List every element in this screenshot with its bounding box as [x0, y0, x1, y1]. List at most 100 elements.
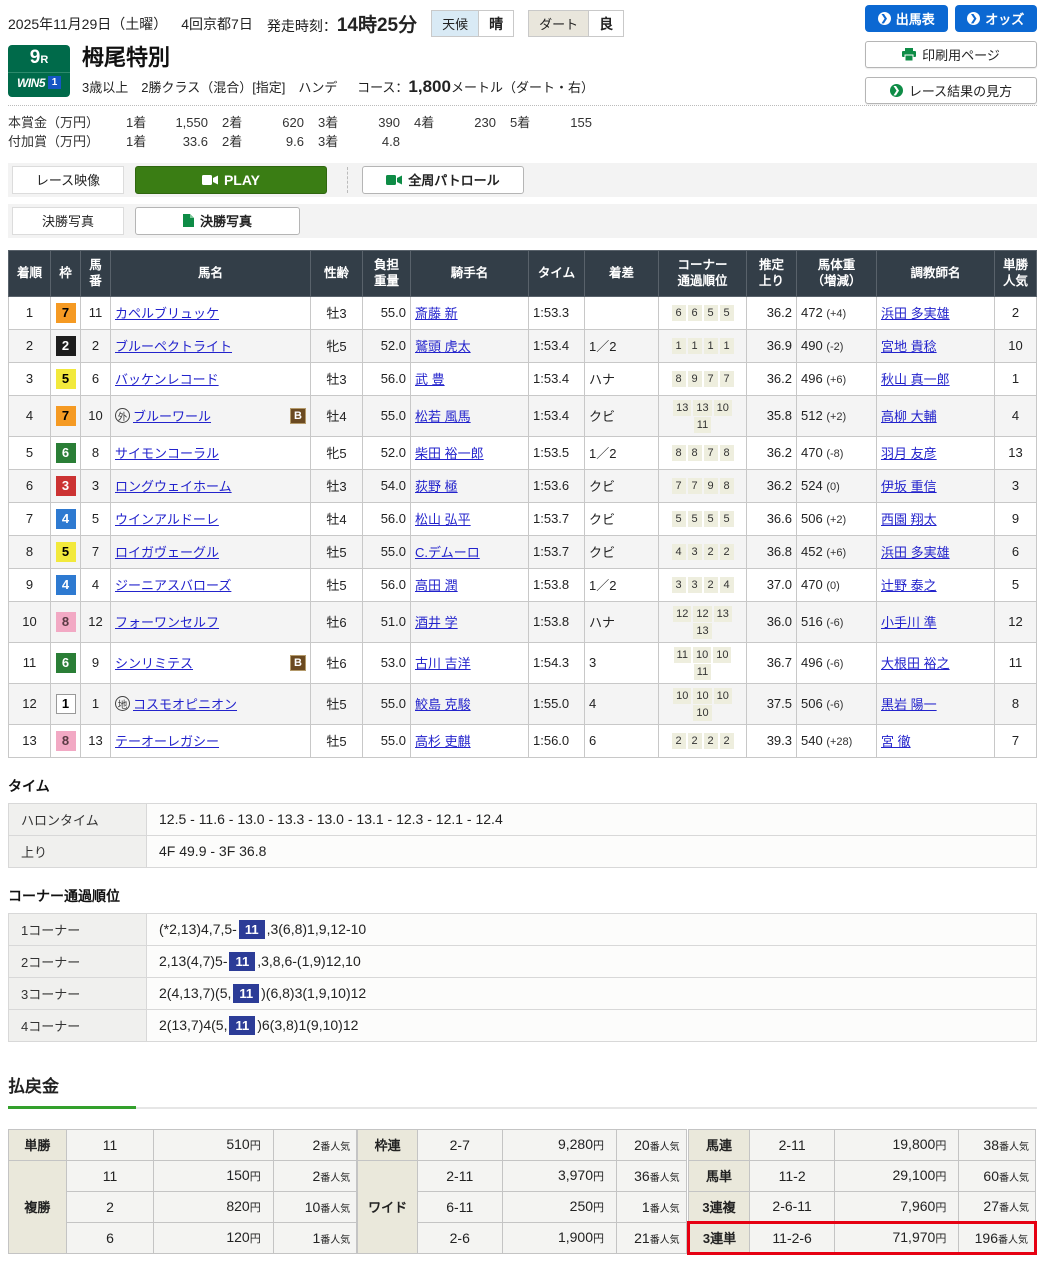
- trainer-link[interactable]: 西園 翔太: [881, 512, 937, 527]
- win-popularity: 10: [994, 328, 1037, 363]
- jockey-link[interactable]: 斎藤 新: [415, 306, 458, 321]
- jockey-link[interactable]: 荻野 極: [415, 479, 458, 494]
- horse-name-link[interactable]: テーオーレガシー: [115, 731, 219, 750]
- trainer-link[interactable]: 浜田 多実雄: [881, 306, 950, 321]
- horse-name-link[interactable]: シンリミテス: [115, 653, 193, 672]
- trainer-link[interactable]: 伊坂 重信: [881, 479, 937, 494]
- yen-suffix: 円: [249, 1233, 261, 1246]
- jockey-link[interactable]: 鮫島 克駿: [415, 697, 471, 712]
- trainer-cell: 西園 翔太: [876, 501, 995, 536]
- trainer-link[interactable]: 小手川 準: [881, 615, 937, 630]
- trainer-link[interactable]: 羽月 友彦: [881, 446, 937, 461]
- column-header: 着差: [584, 249, 659, 297]
- photo-file-icon: [182, 214, 194, 228]
- prize-value: 390: [378, 115, 400, 131]
- prize-value: 9.6: [285, 134, 304, 150]
- entries-button[interactable]: ❯ 出馬表: [865, 5, 948, 32]
- jockey-link[interactable]: 高杉 吏麒: [415, 734, 471, 749]
- trainer-cell: 小手川 準: [876, 600, 995, 643]
- horse-origin-mark: 外: [115, 408, 130, 424]
- finish-time: 1:53.8: [528, 567, 585, 602]
- yen-suffix: 円: [249, 1202, 261, 1215]
- horse-name-link[interactable]: ロングウェイホーム: [115, 476, 232, 495]
- margin: 1／2: [584, 328, 659, 363]
- horse-name-link[interactable]: ウインアルドーレ: [115, 509, 219, 528]
- jockey-link[interactable]: 酒井 学: [415, 615, 458, 630]
- bracket-cell: 8: [50, 600, 81, 643]
- body-weight: 472 (+4): [796, 295, 877, 330]
- finish-time: 1:53.4: [528, 361, 585, 396]
- corner-position-value: 5: [703, 511, 718, 528]
- payout-popularity: 2番人気: [272, 1128, 358, 1161]
- horse-name-link[interactable]: ブルーペクトライト: [115, 336, 232, 355]
- horse-name-link[interactable]: コスモオピニオン: [133, 694, 237, 713]
- trainer-link[interactable]: 秋山 真一郎: [881, 372, 950, 387]
- results-header-row: 着順枠馬 番馬名 性齢 負担 重量 騎手名 タイム 着差 コーナー 通過順位 推定 上り 馬体重…: [8, 249, 1037, 297]
- jockey-link[interactable]: 武 豊: [415, 372, 445, 387]
- jockey-link[interactable]: 松若 風馬: [415, 409, 471, 424]
- trainer-link[interactable]: 高柳 大輔: [881, 409, 937, 424]
- race-date: 2025年11月29日（土曜）: [8, 15, 168, 32]
- horse-name-link[interactable]: バッケンレコード: [115, 369, 219, 388]
- horse-name-link[interactable]: カペルブリュッケ: [115, 303, 219, 322]
- trainer-link[interactable]: 辻野 泰之: [881, 578, 937, 593]
- bracket-number: 5: [55, 368, 76, 389]
- payout-combination: 11: [65, 1159, 155, 1192]
- horse-number: 9: [80, 641, 111, 684]
- carried-weight: 55.0: [362, 295, 411, 330]
- trainer-link[interactable]: 黒岩 陽一: [881, 697, 937, 712]
- last-3f-time: 36.2: [746, 468, 797, 503]
- win-popularity: 13: [994, 435, 1037, 470]
- trainer-link[interactable]: 浜田 多実雄: [881, 545, 950, 560]
- trainer-link[interactable]: 大根田 裕之: [881, 656, 950, 671]
- jockey-link[interactable]: C.デムーロ: [415, 545, 480, 560]
- result-row: 6 3 3 ロングウェイホーム 牡3 54.0 荻野 極 1:53.6 クビ 7 7 9 8 36.2 52…: [8, 468, 1037, 503]
- print-page-button[interactable]: 印刷用ページ: [865, 41, 1037, 68]
- horse-name-link[interactable]: ブルーワール: [133, 406, 211, 425]
- margin: 4: [584, 682, 659, 725]
- finish-photo-tab[interactable]: 決勝写真: [12, 206, 124, 235]
- time-table: ハロンタイム 12.5 - 11.6 - 13.0 - 13.3 - 13.0 -…: [8, 802, 1037, 868]
- bet-type-label: 3連複: [687, 1190, 751, 1223]
- popularity-suffix: 番人気: [320, 1203, 351, 1215]
- payout-combination: 2-11: [417, 1159, 503, 1192]
- margin: ハナ: [584, 600, 659, 643]
- jockey-link[interactable]: 古川 吉洋: [415, 656, 471, 671]
- time-row: ハロンタイム 12.5 - 11.6 - 13.0 - 13.3 - 13.0 -…: [8, 802, 1037, 836]
- horse-name-link[interactable]: フォーワンセルフ: [115, 612, 219, 631]
- race-class-text: 3歳以上 2勝クラス（混合）[指定] ハンデ: [82, 80, 338, 96]
- sex-age: 牡6: [310, 641, 363, 684]
- horse-name-link[interactable]: ジーニアスバローズ: [115, 575, 231, 594]
- payout-row: 3連複 2-6-11 7,960円 27番人気: [687, 1190, 1036, 1223]
- odds-button[interactable]: ❯ オッズ: [954, 5, 1037, 32]
- time-row-value: 12.5 - 11.6 - 13.0 - 13.3 - 13.0 - 13.1 …: [146, 802, 1037, 836]
- jockey-link[interactable]: 松山 弘平: [415, 512, 471, 527]
- payout-amount: 29,100円: [833, 1159, 960, 1192]
- jockey-link[interactable]: 高田 潤: [415, 578, 458, 593]
- corner-row-value: 2,13(4,7)5- 11,3,8,6-(1,9)12,10: [146, 944, 1037, 978]
- prize-value: 33.6: [182, 134, 208, 150]
- play-button[interactable]: PLAY: [135, 165, 327, 194]
- jockey-link[interactable]: 鷲頭 虎太: [415, 339, 471, 354]
- finish-photo-button[interactable]: 決勝写真: [135, 206, 300, 235]
- trainer-link[interactable]: 宮地 貴稔: [881, 339, 937, 354]
- divider: [347, 166, 348, 193]
- corner-position-value: 11: [693, 663, 712, 680]
- prize-value: 155: [570, 115, 592, 131]
- patrol-video-button[interactable]: 全周パトロール: [362, 165, 524, 194]
- horse-name-link[interactable]: サイモンコーラル: [115, 443, 219, 462]
- trainer-link[interactable]: 宮 徹: [881, 734, 911, 749]
- yen-suffix: 円: [593, 1140, 605, 1153]
- jockey-cell: 古川 吉洋: [410, 641, 529, 684]
- horse-name-link[interactable]: ロイガヴェーグル: [115, 542, 219, 561]
- race-video-tab[interactable]: レース映像: [12, 165, 124, 194]
- corner-position-value: 4: [671, 544, 686, 561]
- finish-time: 1:53.6: [528, 468, 585, 503]
- chevron-right-icon: ❯: [877, 12, 891, 25]
- horse-name-cell: ジーニアスバローズ: [110, 567, 311, 602]
- jockey-link[interactable]: 柴田 裕一郎: [415, 446, 484, 461]
- popularity-suffix: 番人気: [649, 1203, 680, 1215]
- corner-position-value: 5: [719, 511, 734, 528]
- corner-position-value: 2: [703, 544, 718, 561]
- result-guide-button[interactable]: ❯ レース結果の見方: [865, 77, 1037, 104]
